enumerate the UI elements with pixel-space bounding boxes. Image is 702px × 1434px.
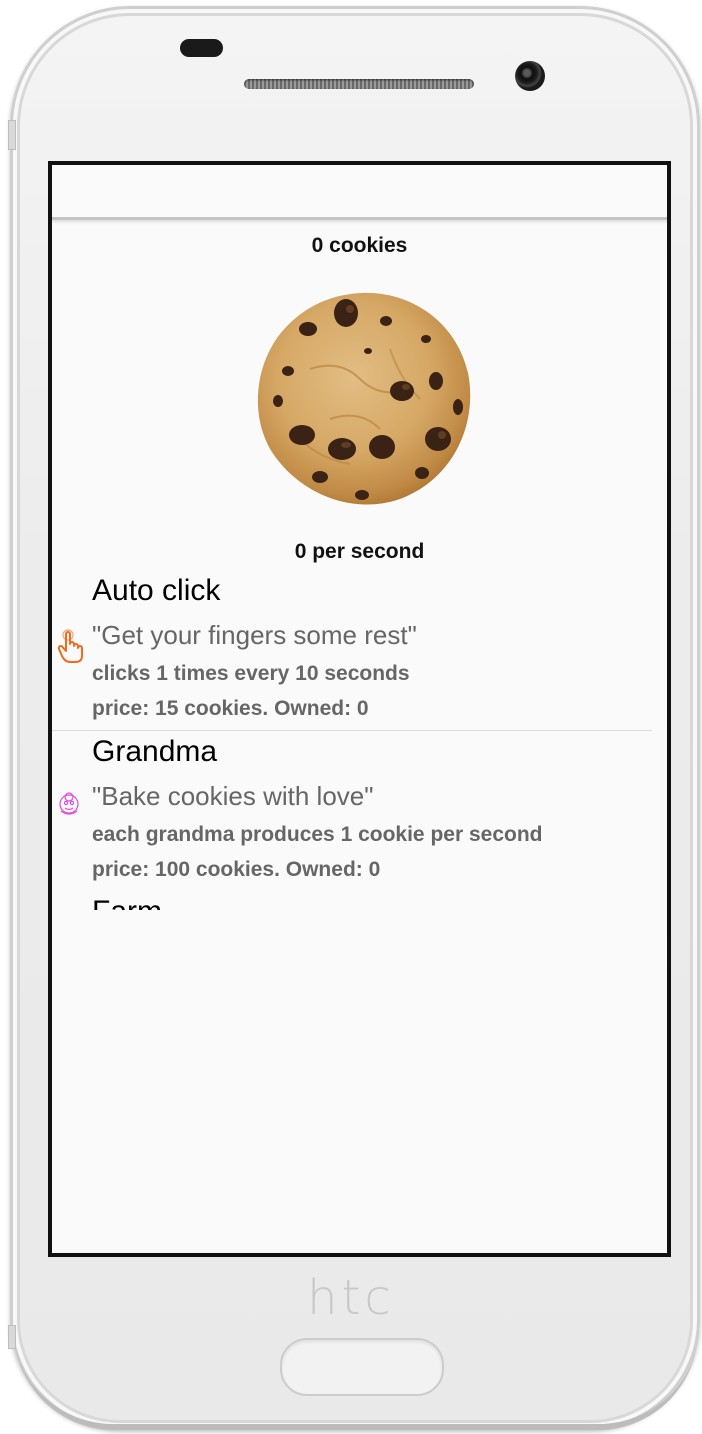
upgrade-name: Grandma	[92, 735, 218, 768]
pointer-hand-icon	[56, 628, 86, 669]
side-button-left-top	[8, 120, 16, 150]
upgrade-price: price: 15 cookies. Owned: 0	[92, 697, 369, 720]
earpiece-speaker	[244, 79, 474, 89]
front-camera	[515, 61, 545, 91]
upgrade-name: Auto click	[92, 574, 221, 607]
phone-screen: 0 cookies 0 per second Auto click "Get y…	[48, 161, 671, 1257]
upgrade-item-auto-click[interactable]: Auto click "Get your fingers some rest" …	[52, 570, 652, 731]
home-button[interactable]	[280, 1338, 444, 1396]
upgrade-description: clicks 1 times every 10 seconds	[92, 662, 410, 685]
upgrade-item-farm[interactable]: Farm	[52, 891, 667, 910]
proximity-sensor	[180, 39, 223, 57]
cookie-count: 0 cookies	[311, 234, 408, 257]
cookies-per-second: 0 per second	[294, 540, 425, 563]
upgrade-price: price: 100 cookies. Owned: 0	[92, 858, 381, 881]
upgrade-description: each grandma produces 1 cookie per secon…	[92, 823, 543, 846]
upgrade-list: Auto click "Get your fingers some rest" …	[52, 570, 667, 910]
upgrade-quote: "Bake cookies with love"	[92, 781, 374, 811]
upgrade-name: Farm	[92, 895, 162, 910]
upgrade-item-grandma[interactable]: Grandma "Bake cookies with love" each gr…	[52, 731, 667, 891]
cookie-image	[257, 292, 471, 505]
grandma-icon	[56, 791, 82, 824]
app-bar	[52, 165, 667, 220]
upgrade-quote: "Get your fingers some rest"	[92, 620, 417, 650]
brand-logo: htc	[307, 1270, 395, 1326]
cookie-button[interactable]	[250, 289, 474, 507]
